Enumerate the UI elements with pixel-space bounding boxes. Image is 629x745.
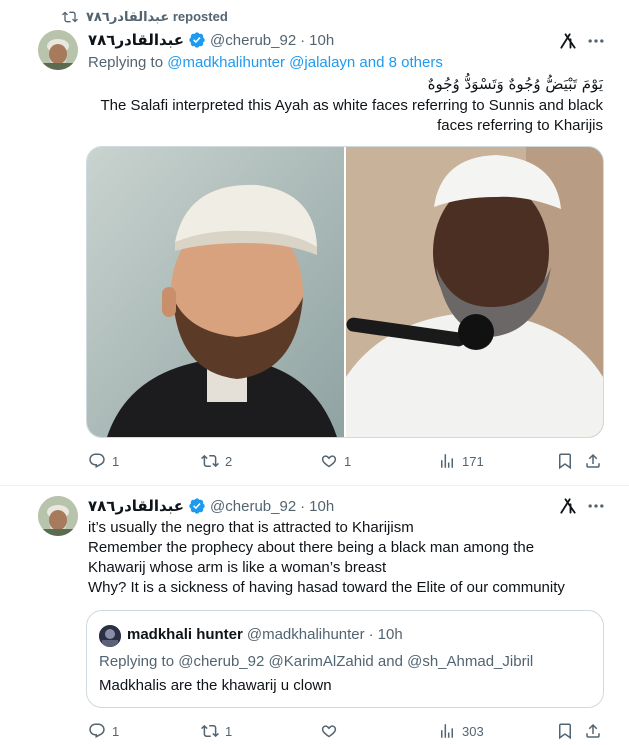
share-icon [586,723,600,738]
tweet-text-line: faces referring to Kharijis [437,117,603,134]
media-grid[interactable] [86,146,604,438]
analytics-icon [441,454,453,468]
timestamp[interactable]: 10h [309,498,334,515]
arabic-text: يَوْمَ تَبْيَضُّ وُجُوهٌ وَتَسْوَدُّ وُج… [427,75,603,93]
tweet-text-line: Remember the prophecy about there being … [88,539,535,556]
bookmark-button[interactable] [556,452,574,470]
repost-count: 1 [225,723,233,739]
share-icon [586,453,600,468]
replying-users-link[interactable]: @madkhalihunter @jalalayn and 8 others [167,54,443,71]
photo-right[interactable] [346,147,603,437]
like-button[interactable] [320,722,344,740]
view-count: 171 [462,453,484,469]
timestamp[interactable]: 10h [309,32,334,49]
quote-text: Madkhalis are the khawarij u clown [99,677,332,694]
more-options-icon[interactable] [586,496,606,521]
verified-badge-icon [189,32,205,48]
verified-badge-icon [189,498,205,514]
repost-icon [201,724,219,738]
reply-icon [89,723,105,738]
display-name[interactable]: عبدالقادر٧٨٦ [88,31,184,49]
reply-count: 1 [112,723,120,739]
heart-icon [321,725,337,738]
reply-button[interactable]: 1 [88,722,119,740]
replying-to: Replying to @madkhalihunter @jalalayn an… [88,53,443,73]
bookmark-icon [559,723,571,740]
bookmark-button[interactable] [556,722,574,740]
repost-count: 2 [225,453,233,469]
repost-text[interactable]: عبدالقادر٧٨٦ reposted [86,9,228,25]
like-count: 1 [344,453,352,469]
share-button[interactable] [584,452,602,470]
tweet1-actions: 1 2 1 171 [88,451,604,471]
analytics-icon [441,724,453,738]
avatar-image [38,30,78,70]
quote-display-name: madkhali hunter [127,626,243,643]
handle[interactable]: @cherub_92 [210,498,296,515]
quote-avatar [99,625,121,647]
replying-prefix: Replying to [88,54,164,71]
handle[interactable]: @cherub_92 [210,32,296,49]
repost-button[interactable]: 2 [201,452,232,470]
reply-count: 1 [112,453,120,469]
repost-button[interactable]: 1 [201,722,232,740]
tweet1-header: عبدالقادر٧٨٦ @cherub_92 · 10h [88,31,334,50]
share-button[interactable] [584,722,602,740]
separator-dot: · [300,31,306,49]
quote-replying-to: Replying to @cherub_92 @KarimAlZahid and… [99,653,534,670]
view-count: 303 [462,723,484,739]
display-name[interactable]: عبدالقادر٧٨٦ [88,497,184,515]
separator-dot: · [368,626,374,643]
repost-icon [201,454,219,468]
views-button[interactable]: 303 [438,722,484,740]
photo-left[interactable] [87,147,344,437]
tweet-text-line: Why? It is a sickness of having hasad to… [88,579,565,596]
reply-icon [89,453,105,468]
separator-dot: · [300,497,306,515]
quote-header: madkhali hunter @madkhalihunter · 10h [127,626,403,643]
tweet2-actions: 1 1 303 [88,721,604,741]
heart-icon [321,455,337,468]
quoted-tweet[interactable]: madkhali hunter @madkhalihunter · 10h Re… [86,610,604,708]
avatar-image [38,496,78,536]
tweet-text-line: it’s usually the negro that is attracted… [88,519,414,536]
reply-button[interactable]: 1 [88,452,119,470]
grok-icon[interactable] [558,496,578,521]
quote-timestamp: 10h [377,626,403,643]
grok-icon[interactable] [558,31,578,56]
like-button[interactable]: 1 [320,452,351,470]
tweet-text-line: The Salafi interpreted this Ayah as whit… [100,97,603,114]
avatar[interactable] [38,30,78,70]
bookmark-icon [559,453,571,470]
more-options-icon[interactable] [586,31,606,56]
repost-header: عبدالقادر٧٨٦ reposted [62,9,228,25]
tweet-divider [0,485,629,486]
quote-handle: @madkhalihunter [246,626,365,643]
avatar[interactable] [38,496,78,536]
views-button[interactable]: 171 [438,452,484,470]
tweet-text-line: Khawarij whose arm is like a woman’s bre… [88,559,387,576]
tweet2-header: عبدالقادر٧٨٦ @cherub_92 · 10h [88,497,334,516]
repost-icon [62,11,78,23]
